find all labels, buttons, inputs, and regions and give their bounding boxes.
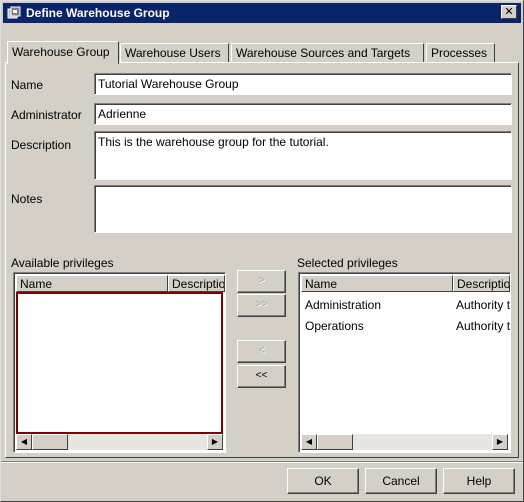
notes-label: Notes — [11, 192, 43, 206]
available-column-name[interactable]: Name — [16, 275, 168, 292]
description-label: Description — [11, 138, 72, 152]
administrator-label: Administrator — [11, 108, 82, 122]
administrator-field[interactable]: Adrienne — [94, 103, 512, 125]
selected-privileges-body[interactable]: Administration Authority to define and m… — [301, 292, 511, 434]
available-privileges-body[interactable] — [16, 292, 223, 434]
tab-processes[interactable]: Processes — [426, 43, 495, 63]
available-horizontal-scrollbar[interactable]: ◀ ▶ — [16, 434, 223, 450]
scroll-right-icon[interactable]: ▶ — [492, 434, 508, 450]
add-all-privileges-button[interactable]: >> — [237, 294, 286, 317]
privilege-name: Operations — [305, 319, 364, 333]
privilege-description: Authority to run processes — [456, 319, 511, 333]
selected-column-description[interactable]: Description — [453, 275, 510, 292]
add-privilege-button[interactable]: > — [237, 270, 286, 293]
list-item[interactable]: Operations Authority to run processes — [305, 317, 511, 335]
scroll-right-icon[interactable]: ▶ — [207, 434, 223, 450]
title-bar: Define Warehouse Group ✕ — [3, 3, 521, 23]
remove-all-privileges-button[interactable]: << — [237, 365, 286, 388]
separator — [1, 461, 523, 463]
selected-column-name[interactable]: Name — [301, 275, 453, 292]
selected-privileges-list[interactable]: Name Description Administration Authorit… — [298, 272, 511, 453]
tab-warehouse-sources-and-targets[interactable]: Warehouse Sources and Targets — [231, 43, 424, 63]
scroll-left-icon[interactable]: ◀ — [301, 434, 317, 450]
name-label: Name — [11, 78, 44, 92]
tab-warehouse-users[interactable]: Warehouse Users — [120, 43, 229, 63]
cancel-button[interactable]: Cancel — [365, 468, 437, 494]
ok-button[interactable]: OK — [287, 468, 359, 494]
available-privileges-label: Available privileges — [11, 256, 114, 270]
privilege-description: Authority to define and manage warehouse… — [456, 298, 511, 312]
tab-warehouse-group[interactable]: Warehouse Group — [7, 41, 119, 64]
available-column-description[interactable]: Description — [168, 275, 225, 292]
scroll-left-icon[interactable]: ◀ — [16, 434, 32, 450]
remove-privilege-button[interactable]: < — [237, 340, 286, 363]
available-privileges-list[interactable]: Name Description ◀ ▶ — [13, 272, 226, 453]
scroll-thumb[interactable] — [317, 434, 353, 450]
scroll-thumb[interactable] — [32, 434, 68, 450]
name-field[interactable]: Tutorial Warehouse Group — [94, 73, 512, 95]
privilege-name: Administration — [305, 298, 382, 312]
list-item[interactable]: Administration Authority to define and m… — [305, 296, 511, 314]
selected-horizontal-scrollbar[interactable]: ◀ ▶ — [301, 434, 508, 450]
close-button[interactable]: ✕ — [501, 5, 517, 19]
warehouse-app-icon — [7, 6, 21, 20]
define-warehouse-group-dialog: Define Warehouse Group ✕ Warehouse Group… — [0, 0, 524, 502]
window-title: Define Warehouse Group — [26, 6, 170, 20]
selected-privileges-label: Selected privileges — [297, 256, 398, 270]
notes-field[interactable] — [94, 185, 512, 233]
description-field[interactable]: This is the warehouse group for the tuto… — [94, 131, 512, 180]
help-button[interactable]: Help — [443, 468, 515, 494]
